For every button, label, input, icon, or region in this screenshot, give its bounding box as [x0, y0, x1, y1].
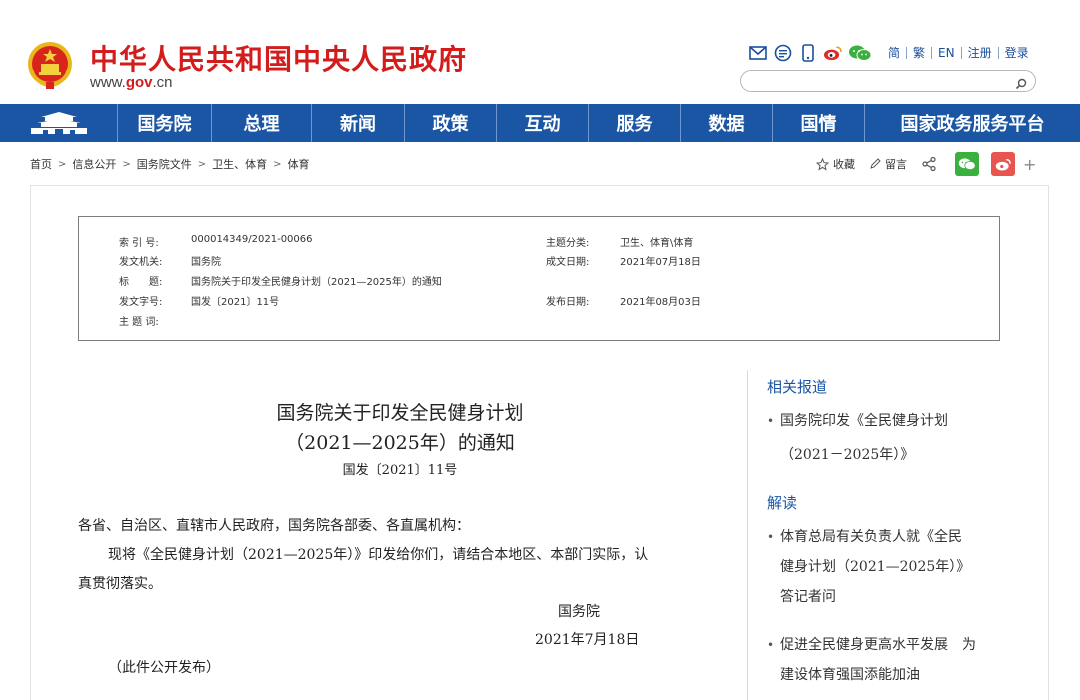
article-doc-number: 国发〔2021〕11号: [342, 463, 458, 478]
chevron-right-icon: >: [197, 158, 207, 170]
national-emblem-icon[interactable]: [26, 40, 74, 90]
meta-title-value: 国务院关于印发全民健身计划（2021—2025年）的通知: [191, 277, 442, 288]
meta-index-value: 000014349/2021-00066: [191, 234, 313, 245]
breadcrumb-home[interactable]: 首页: [30, 156, 52, 172]
wechat-share-icon[interactable]: [955, 152, 979, 176]
article-body-line1: 现将《全民健身计划（2021—2025年）》印发给你们，请结合本地区、本部门实际…: [108, 547, 649, 563]
nav-item-news[interactable]: 新闻: [312, 104, 405, 142]
meta-published-value: 2021年08月03日: [620, 297, 701, 308]
chevron-right-icon: >: [58, 158, 67, 170]
url-prefix: www.: [90, 74, 126, 91]
share-icon[interactable]: [921, 156, 941, 172]
article-body-line2: 真贯彻落实。: [78, 576, 162, 592]
breadcrumb-state-council-documents[interactable]: 国务院文件: [137, 156, 192, 172]
pencil-icon: [870, 158, 881, 169]
english-link[interactable]: EN: [932, 46, 961, 60]
interpretation-line: 建设体育强国添能加油: [780, 667, 920, 683]
nav-item-policy[interactable]: 政策: [405, 104, 497, 142]
language-account-links: 简 繁 EN 注册 登录: [882, 46, 1035, 60]
favorite-label: 收藏: [833, 158, 855, 171]
top-utility-bar: 简 繁 EN 注册 登录: [748, 43, 1035, 63]
traditional-chinese-link[interactable]: 繁: [907, 46, 931, 60]
nav-item-state-council[interactable]: 国务院: [118, 104, 212, 142]
chevron-right-icon: >: [273, 158, 282, 170]
star-icon: [816, 157, 829, 171]
search-box: [740, 70, 1036, 92]
related-report-line: （2021－2025年）》: [780, 447, 915, 463]
tiananmen-icon[interactable]: [0, 104, 118, 142]
breadcrumb-info-disclosure[interactable]: 信息公开: [72, 156, 116, 172]
related-report-item[interactable]: • 国务院印发《全民健身计划 （2021－2025年）》: [767, 406, 1007, 470]
nav-item-data[interactable]: 数据: [681, 104, 773, 142]
related-report-line: 国务院印发《全民健身计划: [780, 413, 948, 429]
site-header: 中华人民共和国中央人民政府 www.gov.cn 简 繁 EN 注册 登录: [0, 0, 1080, 104]
meta-keyword-label: 主 题 词:: [119, 317, 159, 328]
bullet-icon: •: [767, 414, 775, 428]
meta-issuer-label: 发文机关:: [119, 257, 163, 268]
comment-button[interactable]: 留言: [869, 156, 907, 172]
interpretation-line: 促进全民健身更高水平发展 为: [780, 637, 976, 653]
weibo-share-icon[interactable]: [991, 152, 1015, 176]
more-share-icon[interactable]: +: [1023, 155, 1036, 174]
interpretation-line: 体育总局有关负责人就《全民: [780, 529, 962, 545]
meta-docno-value: 国发〔2021〕11号: [191, 297, 280, 308]
meta-title-label: 标 题:: [119, 277, 163, 288]
article-title-line1: 国务院关于印发全民健身计划: [276, 402, 524, 424]
breadcrumb: 首页 > 信息公开 > 国务院文件 > 卫生、体育 > 体育: [30, 156, 310, 172]
bullet-icon: •: [767, 638, 775, 652]
breadcrumb-sports[interactable]: 体育: [288, 156, 310, 172]
interpretation-item[interactable]: • 体育总局有关负责人就《全民 健身计划（2021—2025年）》 答记者问: [767, 522, 1007, 612]
nav-item-national-conditions[interactable]: 国情: [773, 104, 865, 142]
mobile-icon[interactable]: [798, 44, 817, 63]
interpretation-line: 健身计划（2021—2025年）》: [780, 559, 971, 575]
simplified-chinese-link[interactable]: 简: [882, 46, 906, 60]
weibo-icon[interactable]: [823, 44, 842, 63]
register-link[interactable]: 注册: [962, 46, 998, 60]
article-publication-note: （此件公开发布）: [108, 660, 220, 676]
article-date: 2021年7月18日: [535, 632, 640, 648]
meta-published-label: 发布日期:: [546, 297, 590, 308]
meta-written-label: 成文日期:: [546, 257, 590, 268]
interpretation-item[interactable]: • 促进全民健身更高水平发展 为 建设体育强国添能加油: [767, 630, 1007, 690]
interpretation-line: 答记者问: [780, 589, 836, 605]
search-input[interactable]: [751, 73, 1001, 89]
message-icon[interactable]: [773, 44, 792, 63]
article-salutation: 各省、自治区、直辖市人民政府，国务院各部委、各直属机构：: [78, 518, 470, 534]
mail-icon[interactable]: [748, 44, 767, 63]
nav-item-interaction[interactable]: 互动: [497, 104, 589, 142]
article-tools: 收藏 留言 +: [816, 151, 1036, 177]
chevron-right-icon: >: [122, 158, 131, 170]
meta-docno-label: 发文字号:: [119, 297, 163, 308]
meta-written-value: 2021年07月18日: [620, 257, 701, 268]
nav-item-services[interactable]: 服务: [589, 104, 681, 142]
wechat-icon[interactable]: [848, 44, 872, 63]
bullet-icon: •: [767, 530, 775, 544]
article-signature: 国务院: [558, 604, 600, 620]
login-link[interactable]: 登录: [999, 46, 1035, 60]
nav-item-premier[interactable]: 总理: [212, 104, 312, 142]
comment-label: 留言: [885, 158, 907, 171]
related-reports-heading: 相关报道: [767, 378, 828, 396]
site-title[interactable]: 中华人民共和国中央人民政府: [90, 38, 467, 78]
meta-issuer-value: 国务院: [191, 257, 221, 268]
favorite-button[interactable]: 收藏: [816, 156, 855, 172]
nav-item-government-service-platform[interactable]: 国家政务服务平台: [865, 104, 1080, 142]
search-icon[interactable]: [1015, 75, 1027, 94]
interpretation-heading: 解读: [767, 494, 798, 512]
document-metadata-table: 索 引 号: 000014349/2021-00066 主题分类: 卫生、体育\…: [78, 216, 1000, 341]
site-url[interactable]: www.gov.cn: [90, 74, 173, 91]
sidebar-divider: [747, 370, 748, 700]
main-nav: 国务院 总理 新闻 政策 互动 服务 数据 国情 国家政务服务平台: [0, 104, 1080, 142]
meta-topic-label: 主题分类:: [546, 238, 590, 249]
article-title-line2: （2021—2025年）的通知: [285, 432, 515, 454]
meta-index-label: 索 引 号:: [119, 238, 159, 249]
url-brand: gov: [125, 74, 153, 91]
url-suffix: .cn: [152, 74, 173, 91]
breadcrumb-health-sports[interactable]: 卫生、体育: [212, 156, 267, 172]
meta-topic-value: 卫生、体育\体育: [620, 238, 694, 249]
